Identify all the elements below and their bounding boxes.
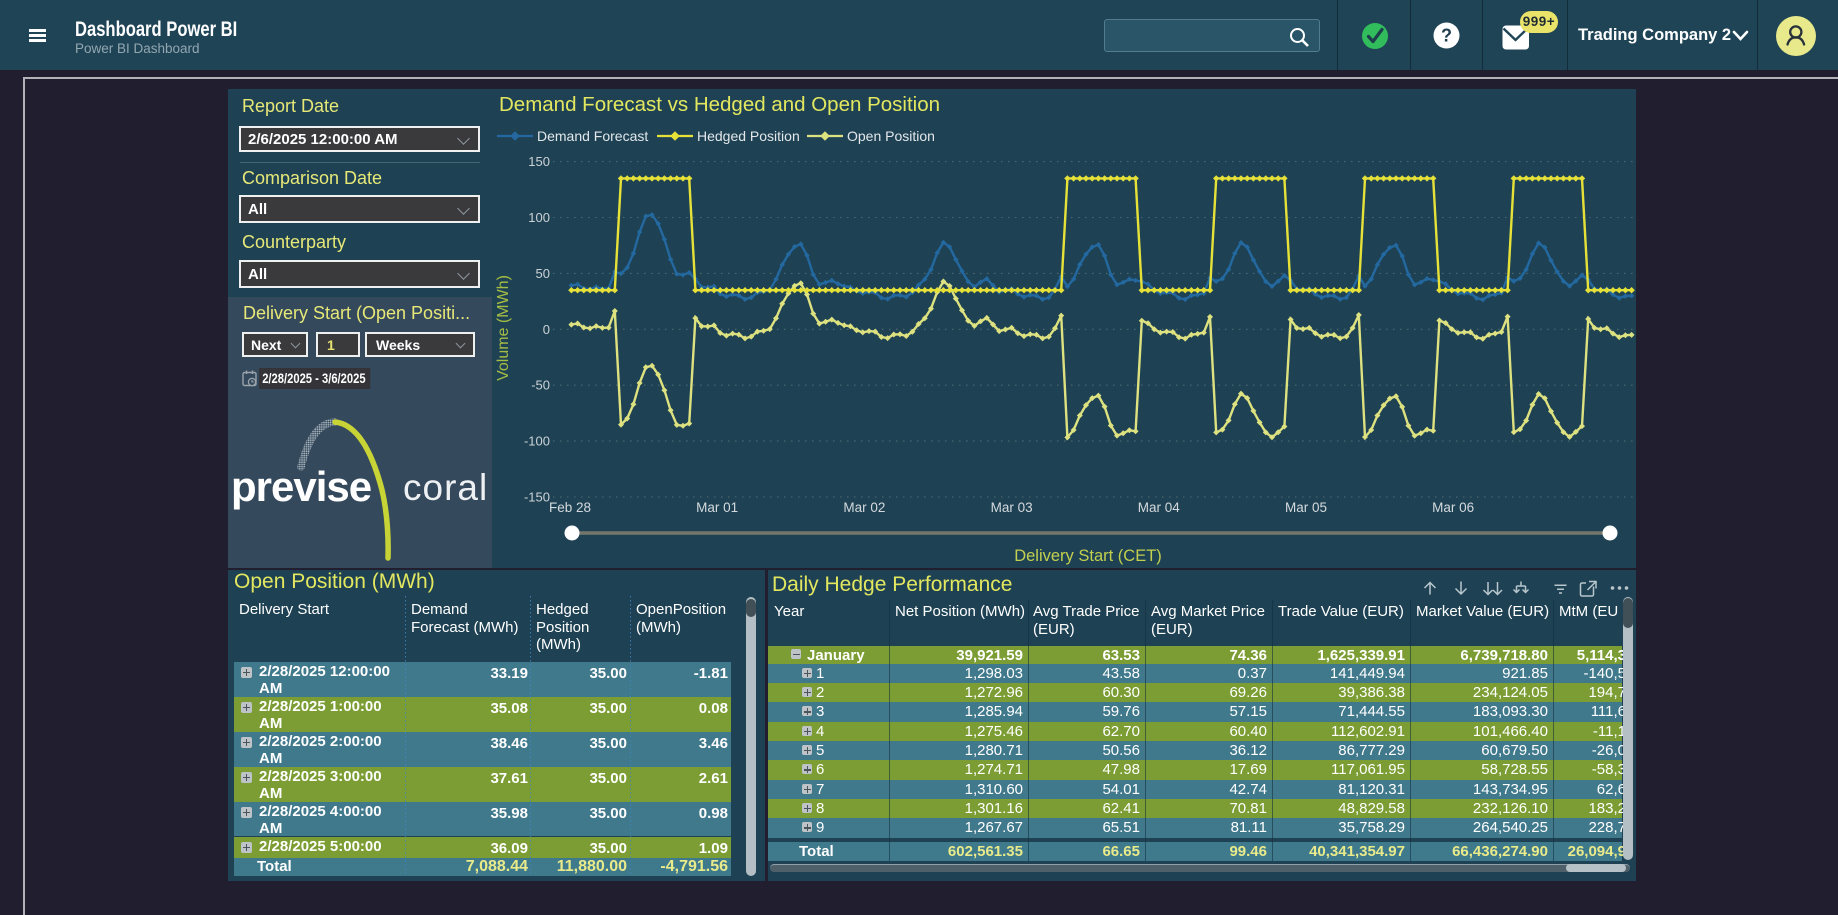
svg-text:Mar 06: Mar 06 <box>1432 500 1474 515</box>
svg-text:50: 50 <box>536 266 550 281</box>
svg-text:-100: -100 <box>524 434 550 449</box>
svg-text:Demand Forecast: Demand Forecast <box>537 128 648 144</box>
svg-text:-150: -150 <box>524 490 550 505</box>
svg-text:100: 100 <box>528 210 550 225</box>
svg-text:Mar 05: Mar 05 <box>1285 500 1327 515</box>
svg-text:Demand Forecast vs Hedged and: Demand Forecast vs Hedged and Open Posit… <box>499 93 940 116</box>
svg-text:0: 0 <box>543 322 550 337</box>
svg-text:?: ? <box>1441 26 1452 46</box>
svg-text:Feb 28: Feb 28 <box>549 500 591 515</box>
svg-text:Mar 04: Mar 04 <box>1138 500 1181 515</box>
svg-text:Mar 01: Mar 01 <box>696 500 738 515</box>
svg-text:Open Position: Open Position <box>847 128 935 144</box>
svg-text:Mar 03: Mar 03 <box>991 500 1033 515</box>
svg-text:-50: -50 <box>531 378 550 393</box>
svg-text:Mar 02: Mar 02 <box>843 500 885 515</box>
svg-text:150: 150 <box>528 154 550 169</box>
svg-text:Hedged Position: Hedged Position <box>697 128 800 144</box>
svg-text:Volume (MWh): Volume (MWh) <box>495 275 512 381</box>
svg-text:Delivery Start (CET): Delivery Start (CET) <box>1014 547 1162 565</box>
